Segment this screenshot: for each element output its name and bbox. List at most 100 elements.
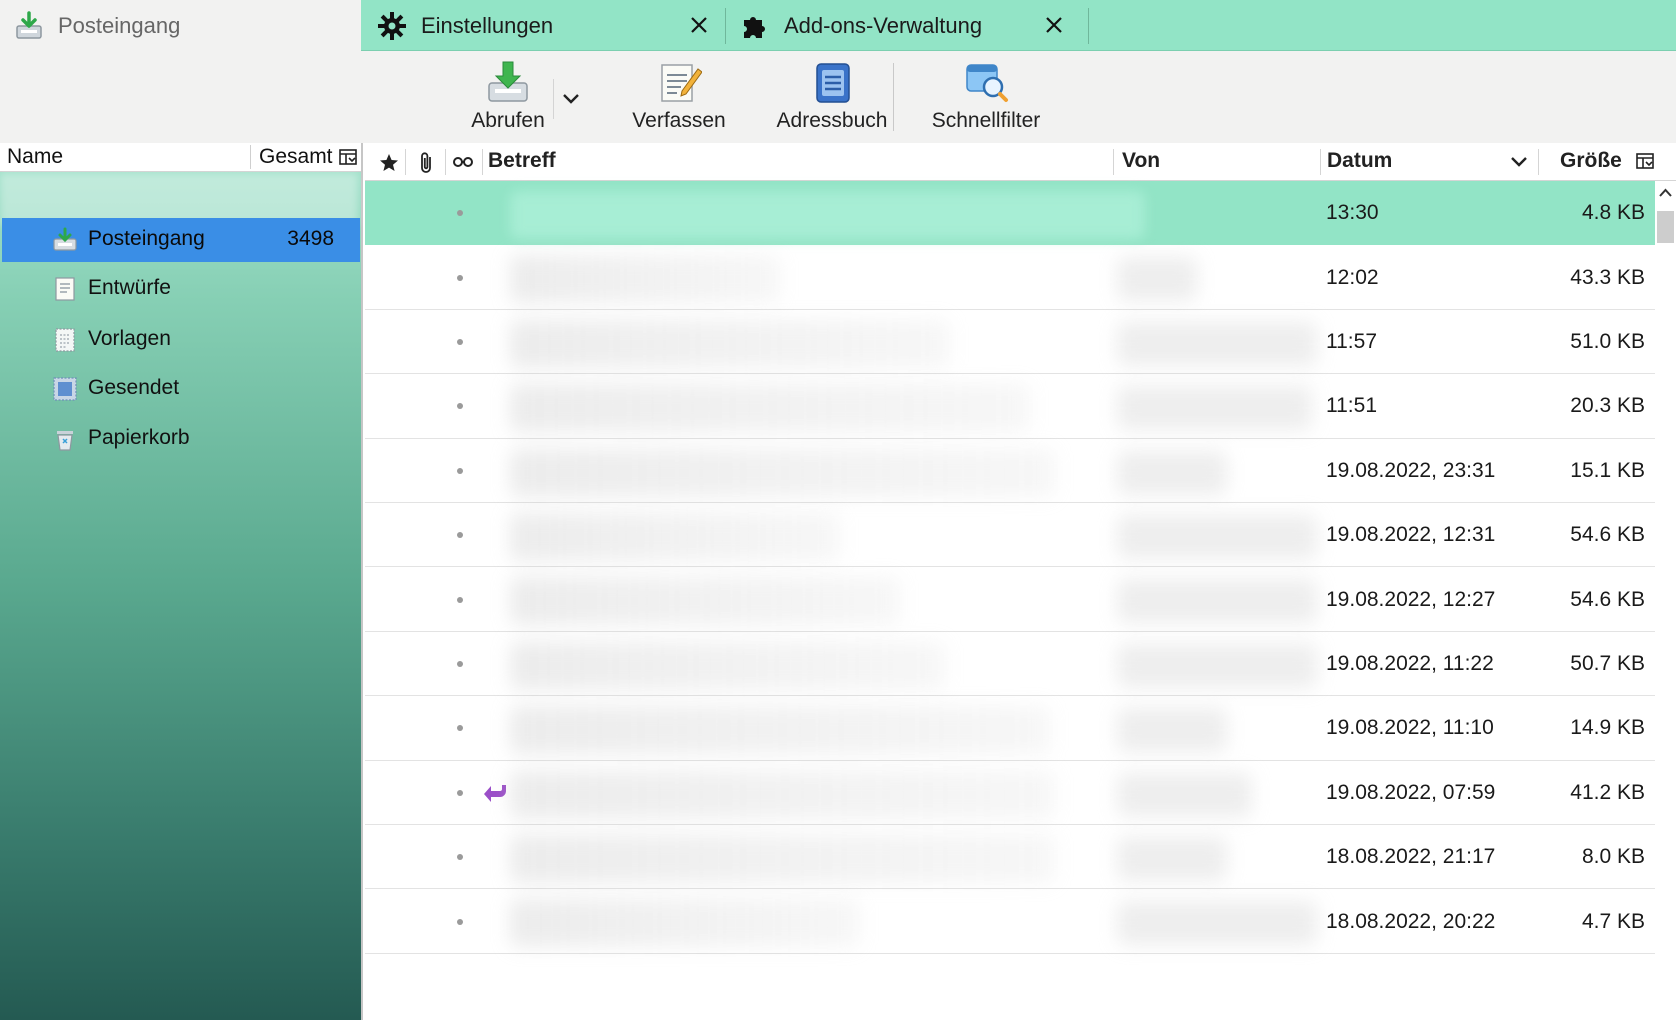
message-size: 43.3 KB [1570,265,1645,289]
read-status-dot-icon[interactable] [457,854,463,861]
message-row[interactable]: 13:30 4.8 KB [365,181,1655,246]
read-status-dot-icon[interactable] [457,274,463,281]
column-header-date[interactable]: Datum [1327,149,1392,173]
message-size: 14.9 KB [1570,716,1645,740]
folder-item-inbox[interactable]: Posteingang 3498 [2,218,360,262]
replied-arrow-icon [484,784,506,802]
read-status-dot-icon[interactable] [457,467,463,474]
read-status-dot-icon[interactable] [457,725,463,732]
column-divider [482,149,483,175]
message-from-blurred [1117,450,1227,495]
drafts-icon [55,277,75,301]
quick-filter-icon [966,64,1008,102]
trash-icon [57,431,73,451]
message-row[interactable]: 19.08.2022, 11:10 14.9 KB [365,696,1655,761]
address-book-label: Adressbuch [776,109,888,132]
read-status-dot-icon[interactable] [457,918,463,925]
folder-item-drafts[interactable]: Entwürfe [2,267,360,311]
message-subject-blurred [510,448,1055,497]
message-row[interactable]: 11:57 51.0 KB [365,310,1655,375]
message-list: Betreff Von Datum Größe 13:30 4.8 KB 12:02… [365,143,1676,1020]
thread-column-icon[interactable] [452,155,474,169]
tab-divider [1088,8,1089,44]
download-arrow-icon [488,61,528,102]
address-book-icon [816,63,850,103]
message-from-blurred [1117,772,1252,817]
column-header-size[interactable]: Größe [1560,149,1622,173]
message-size: 20.3 KB [1570,394,1645,418]
message-size: 15.1 KB [1570,458,1645,482]
message-subject-blurred [510,384,1030,433]
message-subject-blurred [510,513,840,561]
column-picker-icon[interactable] [338,147,358,167]
message-from-blurred [1117,515,1317,559]
compose-button[interactable]: Verfassen [622,57,736,137]
column-header-name[interactable]: Name [7,145,63,169]
column-divider [445,149,446,175]
message-subject-blurred [510,191,1145,239]
read-status-dot-icon[interactable] [457,210,463,217]
scroll-up-arrow-icon[interactable] [1657,185,1674,202]
compose-label: Verfassen [632,109,726,132]
message-date: 19.08.2022, 12:27 [1326,587,1496,611]
read-status-dot-icon[interactable] [457,789,463,796]
message-from-blurred [1117,837,1227,881]
vertical-scrollbar[interactable] [1655,181,1676,1020]
close-icon[interactable] [685,11,713,39]
read-status-dot-icon[interactable] [457,338,463,345]
column-divider [1320,149,1321,175]
read-status-dot-icon[interactable] [457,532,463,539]
message-subject-blurred [510,835,1055,883]
read-status-dot-icon[interactable] [457,660,463,667]
scrollbar-thumb[interactable] [1657,211,1674,243]
message-row[interactable]: 19.08.2022, 12:27 54.6 KB [365,567,1655,632]
message-date: 18.08.2022, 21:17 [1326,845,1496,869]
folder-pane: Name Gesamt Posteingang 3498 Entwürfe Vo… [0,143,363,1020]
folder-item-templates[interactable]: Vorlagen [2,318,360,362]
column-picker-icon[interactable] [1635,151,1655,171]
message-date: 11:51 [1326,394,1377,418]
tab-inbox[interactable]: Posteingang [0,0,361,52]
message-row[interactable]: 19.08.2022, 07:59 41.2 KB [365,761,1655,825]
column-header-subject[interactable]: Betreff [488,149,556,173]
message-from-blurred [1117,321,1317,366]
get-messages-dropdown[interactable] [553,79,587,119]
tab-settings[interactable]: Einstellungen [363,0,733,51]
folder-item-sent[interactable]: Gesendet [2,367,360,411]
read-status-dot-icon[interactable] [457,403,463,410]
message-row[interactable]: 18.08.2022, 21:17 8.0 KB [365,825,1655,890]
message-row[interactable]: 18.08.2022, 20:22 4.7 KB [365,889,1655,954]
message-subject-blurred [510,641,945,690]
message-size: 8.0 KB [1581,845,1645,869]
message-row[interactable]: 12:02 43.3 KB [365,245,1655,310]
message-row[interactable]: 19.08.2022, 23:31 15.1 KB [365,439,1655,503]
star-column-icon[interactable] [379,153,399,173]
folder-item-trash[interactable]: Papierkorb [2,417,360,461]
folder-pane-header: Name Gesamt [0,143,361,172]
message-from-blurred [1117,901,1317,946]
get-messages-button[interactable]: Abrufen [458,57,558,137]
message-row[interactable]: 11:51 20.3 KB [365,374,1655,439]
close-icon[interactable] [1040,11,1068,39]
message-row[interactable]: 19.08.2022, 12:31 54.6 KB [365,503,1655,568]
message-subject-blurred [510,706,1050,755]
address-book-button[interactable]: Adressbuch [770,57,894,137]
message-size: 54.6 KB [1570,587,1645,611]
folder-label: Entwürfe [88,276,171,299]
chevron-down-icon [562,94,579,104]
column-divider [405,149,406,175]
quick-filter-label: Schnellfilter [931,109,1041,132]
attachment-column-icon[interactable] [417,151,437,175]
quick-filter-button[interactable]: Schnellfilter [916,57,1056,137]
folder-count: 3498 [287,227,334,250]
sort-descending-chevron-icon[interactable] [1510,155,1528,169]
column-header-from[interactable]: Von [1122,149,1160,173]
read-status-dot-icon[interactable] [457,596,463,603]
column-header-total[interactable]: Gesamt [259,145,333,169]
tab-addons[interactable]: Add-ons-Verwaltung [726,0,1088,51]
column-divider [1538,149,1539,175]
mail-client-window: Posteingang Einstellungen Add-ons-Verwal… [0,0,1676,1020]
message-row[interactable]: 19.08.2022, 11:22 50.7 KB [365,632,1655,697]
message-from-blurred [1117,579,1317,624]
message-from-blurred [1117,643,1317,688]
